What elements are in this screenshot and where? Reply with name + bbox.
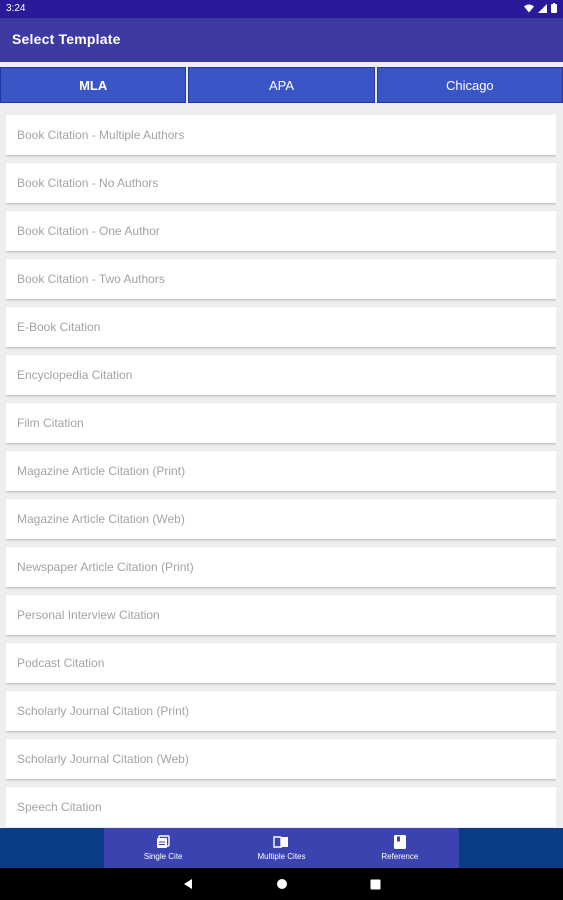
bottom-nav: Single Cite Multiple Cites Reference — [0, 828, 563, 868]
bottom-nav-items: Single Cite Multiple Cites Reference — [104, 828, 459, 868]
tab-apa[interactable]: APA — [188, 67, 375, 103]
template-item[interactable]: Film Citation — [6, 403, 556, 443]
home-button[interactable] — [272, 874, 292, 894]
template-item[interactable]: Personal Interview Citation — [6, 595, 556, 635]
template-list: Book Citation - Multiple Authors Book Ci… — [6, 115, 556, 827]
status-bar: 3:24 — [0, 0, 563, 18]
template-item[interactable]: E-Book Citation — [6, 307, 556, 347]
status-icons — [524, 3, 557, 13]
template-item[interactable]: Magazine Article Citation (Print) — [6, 451, 556, 491]
recents-button[interactable] — [366, 874, 386, 894]
template-item[interactable]: Book Citation - Two Authors — [6, 259, 556, 299]
app-bar: Select Template — [0, 18, 563, 62]
nav-reference-label: Reference — [381, 852, 419, 861]
signal-icon — [538, 3, 547, 13]
multiple-cites-icon — [273, 835, 289, 848]
tab-chicago[interactable]: Chicago — [376, 67, 563, 103]
citation-style-tabs: MLA APA Chicago — [0, 67, 563, 103]
template-item[interactable]: Magazine Article Citation (Web) — [6, 499, 556, 539]
nav-single-cite[interactable]: Single Cite — [104, 828, 222, 868]
nav-reference[interactable]: Reference — [341, 828, 459, 868]
page-title: Select Template — [12, 31, 121, 47]
home-icon — [276, 879, 287, 889]
back-icon — [183, 879, 192, 889]
tab-mla[interactable]: MLA — [0, 67, 187, 103]
template-item[interactable]: Book Citation - No Authors — [6, 163, 556, 203]
nav-multiple-cites[interactable]: Multiple Cites — [222, 828, 340, 868]
template-item[interactable]: Encyclopedia Citation — [6, 355, 556, 395]
system-nav-bar — [0, 868, 563, 900]
nav-single-cite-label: Single Cite — [143, 852, 183, 861]
recents-icon — [370, 879, 381, 889]
template-item[interactable]: Scholarly Journal Citation (Print) — [6, 691, 556, 731]
template-item[interactable]: Book Citation - Multiple Authors — [6, 115, 556, 155]
status-time: 3:24 — [6, 3, 26, 14]
template-item[interactable]: Podcast Citation — [6, 643, 556, 683]
nav-multiple-cites-label: Multiple Cites — [257, 851, 306, 861]
wifi-icon — [524, 4, 534, 12]
template-item[interactable]: Book Citation - One Author — [6, 211, 556, 251]
reference-icon — [393, 835, 406, 849]
battery-icon — [551, 3, 557, 13]
template-item[interactable]: Speech Citation — [6, 787, 556, 827]
template-item[interactable]: Newspaper Article Citation (Print) — [6, 547, 556, 587]
single-cite-icon — [157, 835, 170, 848]
back-button[interactable] — [178, 874, 198, 894]
template-item[interactable]: Scholarly Journal Citation (Web) — [6, 739, 556, 779]
